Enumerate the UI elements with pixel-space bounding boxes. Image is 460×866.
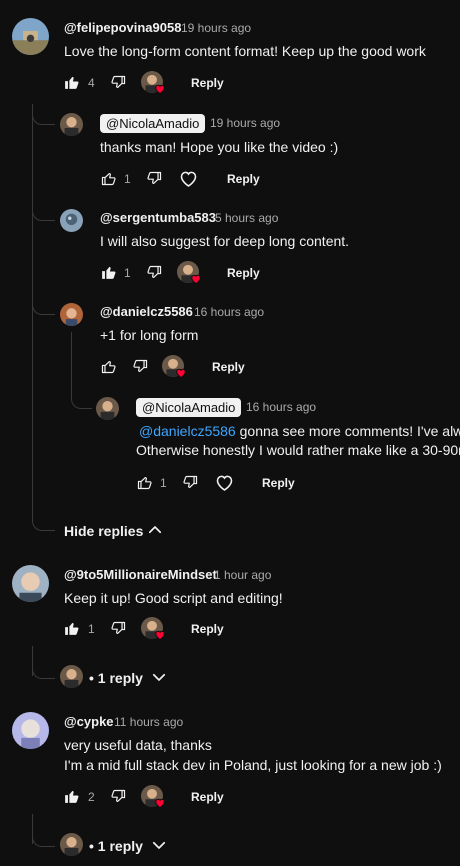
comment-text: +1 for long form <box>100 327 199 343</box>
view-replies-button[interactable]: • 1 reply <box>89 838 143 854</box>
replies-label: 1 reply <box>97 670 143 686</box>
thread-connector <box>32 104 55 125</box>
comment-text-line1: very useful data, thanks <box>64 737 212 753</box>
heart-icon <box>154 629 166 641</box>
thread-line <box>71 332 72 392</box>
thread-connector <box>32 828 55 847</box>
comment-time[interactable]: 19 hours ago <box>210 116 280 130</box>
thumbs-up-icon[interactable] <box>63 74 80 91</box>
creator-author-chip[interactable]: @NicolaAmadio <box>136 398 242 417</box>
chevron-up-icon[interactable] <box>146 521 164 539</box>
like-count: 4 <box>88 76 95 90</box>
hide-replies-button[interactable]: Hide replies <box>64 523 143 539</box>
reply-button[interactable]: Reply <box>262 476 295 490</box>
heart-icon <box>175 367 187 379</box>
comment-time[interactable]: 19 hours ago <box>181 21 251 35</box>
comment-time[interactable]: 11 hours ago <box>114 715 183 729</box>
comment-author[interactable]: @9to5MillionaireMindset <box>64 567 217 582</box>
heart-icon[interactable] <box>214 472 235 493</box>
avatar[interactable] <box>60 113 83 136</box>
like-count: 1 <box>124 266 131 280</box>
comment-text-line1: gonna see more comments! I've alw <box>235 423 460 439</box>
thumbs-down-icon[interactable] <box>146 264 163 281</box>
heart-icon <box>154 83 166 95</box>
mention-link[interactable]: @danielcz5586 <box>139 423 236 439</box>
reply-button[interactable]: Reply <box>227 172 260 186</box>
view-replies-button[interactable]: • 1 reply <box>89 670 143 686</box>
thumbs-down-icon[interactable] <box>110 74 127 91</box>
comment-time[interactable]: 16 hours ago <box>194 305 264 319</box>
comment-text: Keep it up! Good script and editing! <box>64 590 283 606</box>
heart-icon <box>154 797 166 809</box>
thread-connector <box>32 294 55 315</box>
avatar[interactable] <box>96 397 119 420</box>
replies-label: 1 reply <box>97 838 143 854</box>
comment-author[interactable]: @cypke <box>64 714 114 729</box>
reply-button[interactable]: Reply <box>227 266 260 280</box>
replier-avatar <box>60 833 83 856</box>
reply-button[interactable]: Reply <box>191 622 224 636</box>
comment-time[interactable]: 5 hours ago <box>215 211 278 225</box>
thread-connector <box>32 660 55 679</box>
thumbs-up-icon[interactable] <box>100 170 117 187</box>
comment-author[interactable]: @danielcz5586 <box>100 304 193 319</box>
like-count: 2 <box>88 790 95 804</box>
thumbs-down-icon[interactable] <box>110 620 127 637</box>
heart-icon[interactable] <box>178 168 199 189</box>
comment-text: @danielcz5586 gonna see more comments! I… <box>136 421 460 441</box>
thread-connector <box>32 200 55 221</box>
thumbs-down-icon[interactable] <box>132 358 149 375</box>
chevron-down-icon[interactable] <box>150 836 168 854</box>
thumbs-down-icon[interactable] <box>182 474 199 491</box>
thumbs-down-icon[interactable] <box>110 788 127 805</box>
like-count: 1 <box>124 172 131 186</box>
reply-button[interactable]: Reply <box>191 790 224 804</box>
comment-text: I will also suggest for deep long conten… <box>100 233 350 249</box>
comment-text: thanks man! Hope you like the video :) <box>100 139 339 155</box>
reply-button[interactable]: Reply <box>191 76 224 90</box>
comment-author[interactable]: @sergentumba583 <box>100 210 216 225</box>
thumbs-up-icon[interactable] <box>63 788 80 805</box>
avatar[interactable] <box>60 303 83 326</box>
like-count: 1 <box>88 622 95 636</box>
thread-connector <box>32 504 55 531</box>
comment-time[interactable]: 16 hours ago <box>246 400 316 414</box>
avatar[interactable] <box>12 565 49 602</box>
comment-text-line2: I'm a mid full stack dev in Poland, just… <box>64 757 442 773</box>
avatar[interactable] <box>12 18 49 55</box>
avatar[interactable] <box>12 712 49 749</box>
thumbs-up-icon[interactable] <box>136 474 153 491</box>
reply-button[interactable]: Reply <box>212 360 245 374</box>
like-count: 1 <box>160 476 167 490</box>
thread-connector <box>71 390 92 409</box>
comment-text-line2: Otherwise honestly I would rather make l… <box>136 442 460 458</box>
thumbs-up-icon[interactable] <box>100 264 117 281</box>
chevron-down-icon[interactable] <box>150 668 168 686</box>
comment-author[interactable]: @felipepovina9058 <box>64 20 181 35</box>
avatar[interactable] <box>60 209 83 232</box>
thumbs-down-icon[interactable] <box>146 170 163 187</box>
comment-text: Love the long-form content format! Keep … <box>64 43 426 59</box>
heart-icon <box>190 273 202 285</box>
comment-time[interactable]: 1 hour ago <box>214 568 271 582</box>
thumbs-up-icon[interactable] <box>100 358 117 375</box>
replier-avatar <box>60 665 83 688</box>
creator-author-chip[interactable]: @NicolaAmadio <box>100 114 206 133</box>
thumbs-up-icon[interactable] <box>63 620 80 637</box>
